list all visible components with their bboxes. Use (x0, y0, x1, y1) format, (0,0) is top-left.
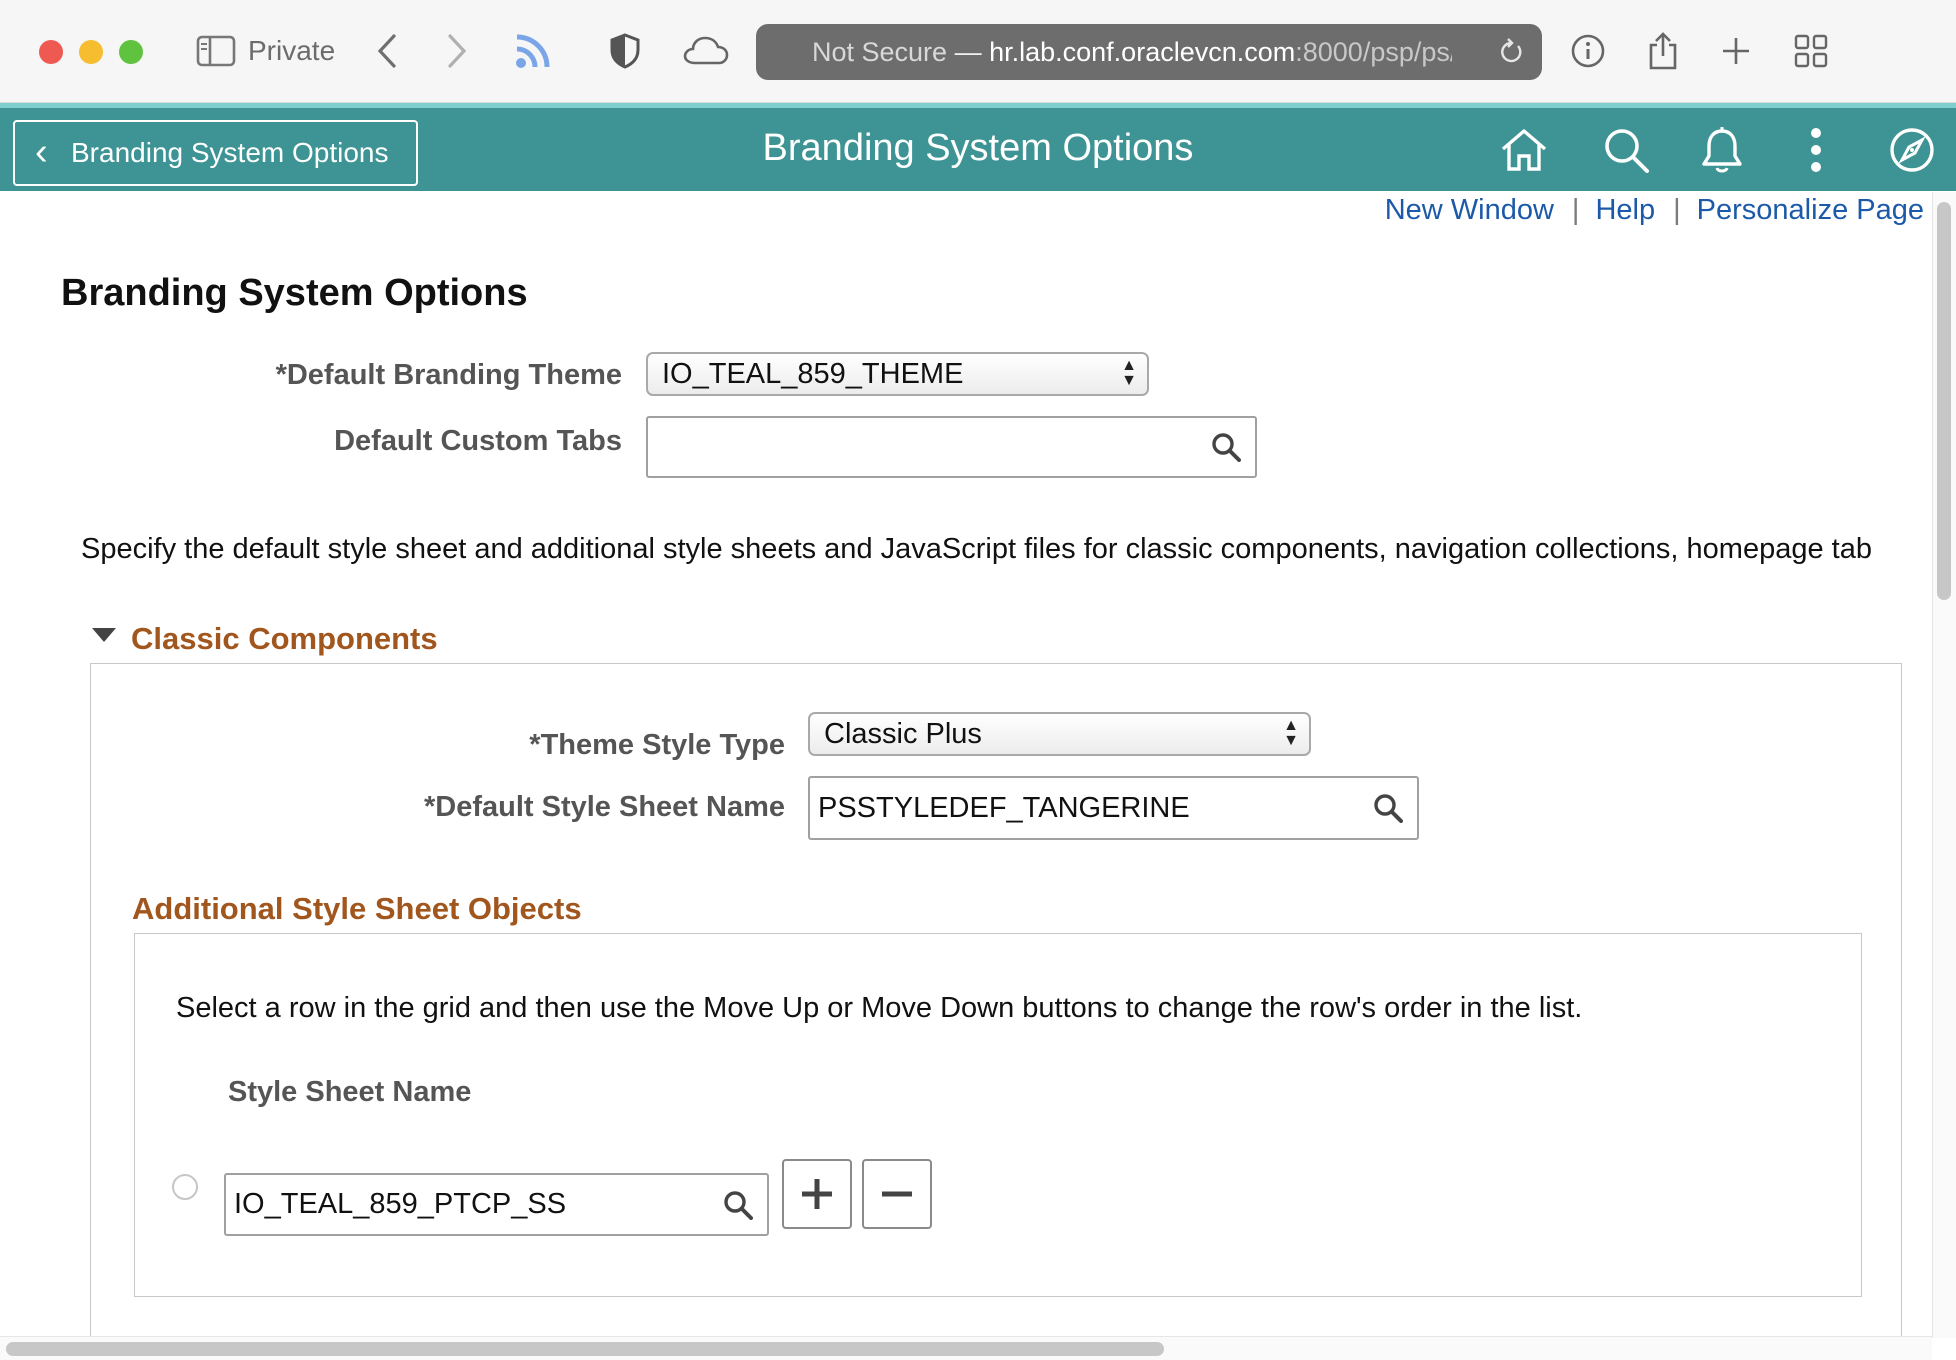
link-separator: | (1673, 194, 1681, 226)
personalize-page-link[interactable]: Personalize Page (1697, 194, 1924, 226)
link-separator: | (1571, 194, 1580, 226)
style-sheet-name-column-header: Style Sheet Name (228, 1076, 472, 1108)
new-window-link[interactable]: New Window (1385, 194, 1554, 226)
back-button-label: Branding System Options (71, 137, 389, 168)
classic-components-section-title[interactable]: Classic Components (131, 618, 438, 660)
sidebar-icon[interactable] (194, 28, 238, 74)
horizontal-scrollbar-thumb[interactable] (6, 1342, 1164, 1356)
info-icon[interactable] (1568, 28, 1608, 74)
lookup-search-icon[interactable] (723, 1190, 753, 1220)
add-row-button[interactable] (782, 1159, 852, 1229)
back-button[interactable]: ‹ Branding System Options (13, 120, 418, 186)
tabs-grid-icon[interactable] (1791, 28, 1831, 74)
intro-text: Specify the default style sheet and addi… (81, 533, 1872, 565)
vertical-scrollbar[interactable] (1932, 192, 1956, 1338)
select-arrows-icon: ▲ ▼ (1121, 357, 1137, 389)
plus-icon (802, 1179, 832, 1209)
rss-icon[interactable] (510, 28, 556, 74)
search-icon[interactable] (1598, 122, 1654, 178)
new-tab-plus-icon[interactable] (1718, 28, 1754, 74)
collapse-triangle-icon[interactable] (92, 628, 116, 642)
theme-style-type-label: *Theme Style Type (529, 729, 785, 761)
select-arrows-icon: ▲ ▼ (1283, 717, 1299, 749)
row-select-radio[interactable] (172, 1174, 198, 1200)
default-style-sheet-name-value: PSSTYLEDEF_TANGERINE (818, 792, 1190, 824)
more-vertical-icon[interactable] (1788, 122, 1844, 178)
horizontal-scrollbar[interactable] (0, 1336, 1932, 1360)
private-browsing-label: Private (248, 35, 336, 66)
url-security-label: Not Secure (812, 37, 948, 67)
additional-style-sheet-objects-title: Additional Style Sheet Objects (132, 891, 582, 926)
default-branding-theme-select[interactable]: IO_TEAL_859_THEME ▲ ▼ (646, 352, 1149, 396)
url-path: :8000/psp/ps/E (1295, 37, 1452, 67)
default-branding-theme-label: *Default Branding Theme (275, 359, 622, 391)
browser-toolbar: Private Not Secure — hr.lab.conf.oraclev… (0, 0, 1956, 103)
compass-icon[interactable] (1884, 122, 1940, 178)
close-window-button[interactable] (39, 40, 63, 64)
zoom-window-button[interactable] (119, 40, 143, 64)
url-separator: — (947, 37, 990, 67)
bell-icon[interactable] (1694, 122, 1750, 178)
style-sheet-name-value: IO_TEAL_859_PTCP_SS (234, 1188, 567, 1220)
grid-instructions: Select a row in the grid and then use th… (176, 992, 1583, 1024)
delete-row-button[interactable] (862, 1159, 932, 1229)
default-custom-tabs-label: Default Custom Tabs (334, 425, 622, 457)
chevron-right-icon[interactable] (442, 28, 472, 74)
lookup-search-icon[interactable] (1373, 793, 1403, 823)
chevron-left-icon: ‹ (35, 131, 48, 173)
cloud-icon[interactable] (682, 28, 730, 74)
vertical-scrollbar-thumb[interactable] (1937, 202, 1951, 600)
shield-icon[interactable] (605, 28, 645, 74)
page-title: Branding System Options (61, 272, 528, 314)
default-custom-tabs-input[interactable] (646, 416, 1257, 478)
minimize-window-button[interactable] (79, 40, 103, 64)
minus-icon (882, 1191, 912, 1197)
chevron-left-icon[interactable] (372, 28, 402, 74)
default-style-sheet-name-input[interactable]: PSSTYLEDEF_TANGERINE (808, 776, 1419, 840)
app-header: ‹ Branding System Options Branding Syste… (0, 108, 1956, 191)
share-icon[interactable] (1645, 28, 1681, 74)
lookup-search-icon[interactable] (1211, 432, 1241, 462)
page-links: New Window | Help | Personalize Page (1385, 190, 1924, 230)
default-branding-theme-value: IO_TEAL_859_THEME (662, 358, 964, 390)
address-bar[interactable]: Not Secure — hr.lab.conf.oraclevcn.com:8… (756, 24, 1542, 80)
reload-icon[interactable] (1498, 24, 1524, 80)
browser-window: Private Not Secure — hr.lab.conf.oraclev… (0, 0, 1956, 1360)
url-domain: hr.lab.conf.oraclevcn.com (989, 37, 1296, 67)
home-icon[interactable] (1496, 122, 1552, 178)
header-title: Branding System Options (762, 127, 1194, 169)
theme-style-type-value: Classic Plus (824, 718, 982, 750)
style-sheet-name-input[interactable]: IO_TEAL_859_PTCP_SS (224, 1173, 769, 1236)
default-style-sheet-name-label: *Default Style Sheet Name (423, 791, 785, 823)
help-link[interactable]: Help (1595, 194, 1655, 226)
theme-style-type-select[interactable]: Classic Plus ▲ ▼ (808, 712, 1311, 756)
